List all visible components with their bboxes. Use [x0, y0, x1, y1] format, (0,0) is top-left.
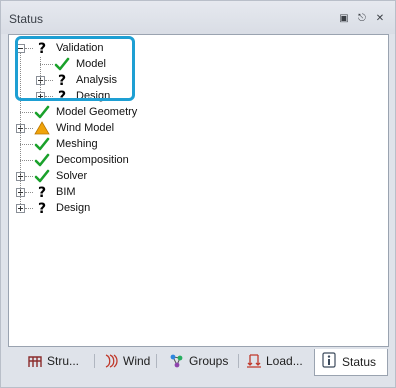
status-info-icon: [321, 352, 337, 368]
tree-item[interactable]: Model: [9, 56, 379, 72]
restore-icon[interactable]: ▣: [338, 13, 350, 25]
warning-icon: [34, 120, 50, 136]
panel-title: Status: [9, 12, 44, 26]
status-panel: Status ▣ ⎋ ✕ ? Validation Model? Analysis? D…: [0, 0, 396, 388]
question-icon: ?: [34, 40, 50, 57]
tree-connector: [25, 176, 33, 177]
tree-item[interactable]: ? Analysis: [9, 72, 379, 89]
close-icon[interactable]: ✕: [374, 13, 386, 25]
tree-connector: [20, 144, 33, 145]
tree-connector: [20, 112, 33, 113]
expand-icon[interactable]: [16, 204, 25, 213]
tab-load[interactable]: Load...: [246, 350, 306, 372]
tree-item-label: Meshing: [56, 138, 98, 150]
tab-separator: [156, 354, 157, 368]
tab-separator: [94, 354, 95, 368]
tree-item-label: BIM: [56, 186, 76, 198]
structure-icon: [27, 353, 43, 369]
svg-text:?: ?: [58, 89, 66, 104]
svg-text:?: ?: [38, 201, 46, 216]
tree-item-label: Solver: [56, 170, 88, 182]
tab-wind[interactable]: Wind: [103, 350, 151, 372]
tree-item[interactable]: ? BIM: [9, 184, 379, 201]
tree-connector: [25, 48, 33, 49]
tree-item[interactable]: Meshing: [9, 136, 379, 152]
tree-connector: [25, 192, 33, 193]
check-icon: [34, 168, 50, 184]
tab-label: Status: [342, 355, 377, 369]
pin-icon[interactable]: ⎋: [356, 13, 368, 25]
svg-text:?: ?: [38, 41, 46, 56]
status-tree[interactable]: ? Validation Model? Analysis? Design Model Ge…: [8, 34, 389, 347]
bottom-tab-bar: Stru... Wind Groups Load... Status: [8, 346, 389, 377]
tree-connector: [20, 160, 33, 161]
tree-item-label: Decomposition: [56, 154, 129, 166]
tree-item-label: Validation: [56, 42, 104, 54]
svg-text:?: ?: [58, 73, 66, 88]
svg-text:?: ?: [38, 185, 46, 200]
wind-icon: [103, 353, 119, 369]
tree-connector: [25, 128, 33, 129]
tree-item-label: Model Geometry: [56, 106, 138, 118]
tab-stru[interactable]: Stru...: [27, 350, 89, 372]
tree-item[interactable]: ? Design: [9, 88, 379, 105]
tree-item-label: Analysis: [76, 74, 117, 86]
tab-label: Wind: [123, 354, 151, 368]
tree-item[interactable]: Model Geometry: [9, 104, 379, 120]
tree-connector: [20, 53, 21, 204]
tree-item-label: Wind Model: [56, 122, 115, 134]
check-icon: [54, 56, 70, 72]
tree-item-label: Model: [76, 58, 106, 70]
tree-item-label: Design: [76, 90, 111, 102]
tab-status[interactable]: Status: [314, 349, 388, 376]
question-icon: ?: [34, 184, 50, 201]
tree-item[interactable]: ? Design: [9, 200, 379, 217]
tree-connector: [25, 208, 33, 209]
tab-label: Load...: [266, 354, 303, 368]
tree-item[interactable]: Solver: [9, 168, 379, 184]
expand-icon[interactable]: [36, 92, 45, 101]
question-icon: ?: [34, 200, 50, 217]
tab-label: Groups: [189, 354, 229, 368]
tree-item-label: Design: [56, 202, 91, 214]
tree-connector: [45, 96, 53, 97]
tree-item[interactable]: Decomposition: [9, 152, 379, 168]
tree-connector: [40, 57, 41, 92]
tree-item[interactable]: Wind Model: [9, 120, 379, 136]
tree-item[interactable]: ? Validation: [9, 40, 379, 57]
tree-connector: [40, 64, 53, 65]
collapse-icon[interactable]: [16, 44, 25, 53]
check-icon: [34, 104, 50, 120]
groups-icon: [169, 353, 185, 369]
tab-label: Stru...: [47, 354, 80, 368]
check-icon: [34, 152, 50, 168]
question-icon: ?: [54, 88, 70, 105]
tree-connector: [45, 80, 53, 81]
loads-icon: [246, 353, 262, 369]
tab-separator: [238, 354, 239, 368]
check-icon: [34, 136, 50, 152]
panel-title-bar: Status ▣ ⎋ ✕: [1, 1, 395, 34]
tab-groups[interactable]: Groups: [169, 350, 233, 372]
question-icon: ?: [54, 72, 70, 89]
